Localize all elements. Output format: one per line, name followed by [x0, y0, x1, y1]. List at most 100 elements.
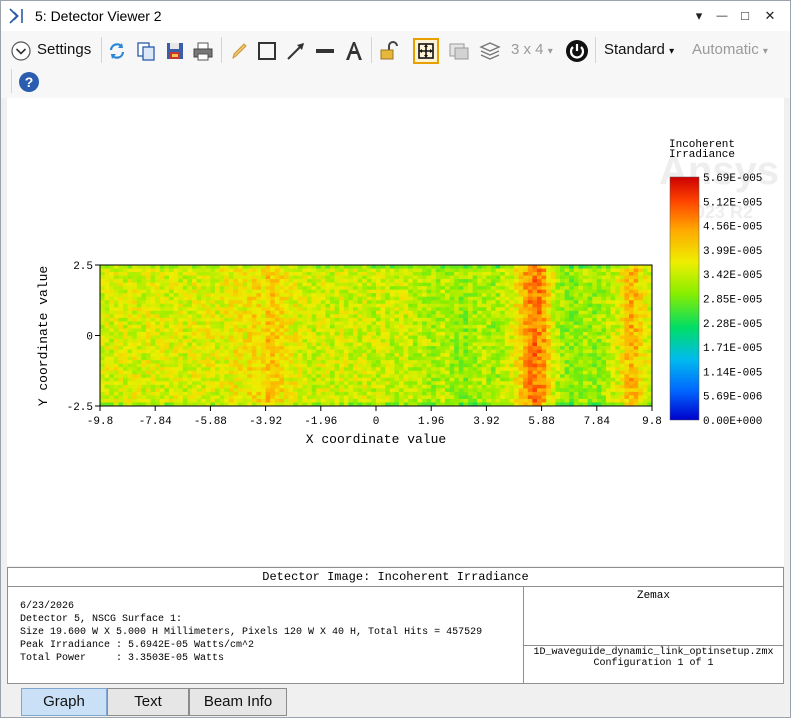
print-button[interactable] [191, 39, 215, 63]
heatmap-cell [136, 275, 142, 280]
heatmap-cell [316, 282, 322, 287]
heatmap-cell [233, 335, 239, 340]
heatmap-cell [330, 275, 335, 280]
heatmap-cell [408, 321, 414, 326]
lock-button[interactable] [377, 39, 401, 63]
heatmap-cell [123, 272, 128, 276]
power-button[interactable] [565, 39, 589, 63]
heatmap-cell [100, 307, 105, 312]
heatmap-cell [118, 286, 124, 290]
save-button[interactable] [163, 39, 187, 63]
heatmap-cell [348, 310, 354, 315]
heatmap-cell [491, 349, 496, 354]
heatmap-cell [408, 272, 414, 276]
minimize-button[interactable]: — [712, 6, 732, 26]
automatic-dropdown[interactable]: Automatic ▾ [692, 41, 768, 58]
heatmap-cell [178, 317, 184, 322]
settings-label[interactable]: Settings [37, 41, 91, 58]
heatmap-cell [164, 279, 170, 283]
rectangle-tool[interactable] [255, 39, 279, 63]
y-axis-ticks: 2.50-2.5 [67, 261, 100, 414]
heatmap-cell [187, 272, 193, 276]
heatmap-cell [362, 268, 368, 273]
heatmap-cell [330, 374, 335, 379]
heatmap-cell [504, 279, 510, 283]
x-axis-ticks: -9.8 -7.84 -5.88 -3.92 -1.96 0 1.96 3.92 5.88 7.8… [87, 406, 662, 428]
heatmap-cell [219, 282, 225, 287]
arrow-tool[interactable] [284, 39, 308, 63]
heatmap-cell [440, 268, 446, 273]
heatmap-cell [146, 286, 151, 290]
zoom-fit-button[interactable] [413, 38, 439, 64]
heatmap-cell [205, 328, 211, 333]
heatmap-cell [123, 363, 128, 368]
heatmap-cell [141, 310, 147, 315]
help-button[interactable]: ? [17, 70, 41, 94]
heatmap-cell [481, 335, 487, 340]
heatmap-cell [109, 353, 115, 357]
heatmap-cell [500, 272, 506, 276]
heatmap-cell [440, 321, 446, 326]
heatmap-cell [454, 272, 460, 276]
maximize-button[interactable]: □ [735, 6, 755, 26]
heatmap-cell [619, 265, 625, 269]
heatmap-cell [104, 339, 110, 343]
heatmap-cell [624, 395, 630, 400]
heatmap-cell [385, 324, 391, 329]
heatmap-cell [615, 346, 621, 350]
heatmap-cell [380, 321, 386, 326]
heatmap-cell [601, 268, 607, 273]
refresh-button[interactable] [105, 39, 129, 63]
tab-beam-info[interactable]: Beam Info [189, 688, 287, 716]
heatmap-cell [495, 272, 501, 276]
heatmap-cell [481, 331, 487, 336]
heatmap-cell [596, 286, 602, 290]
heatmap-cell [596, 317, 602, 322]
tab-text[interactable]: Text [107, 688, 189, 716]
heatmap-cell [403, 268, 409, 273]
heatmap-cell [445, 265, 450, 269]
heatmap-cell [113, 293, 119, 298]
heatmap-cell [150, 331, 156, 336]
layers-button[interactable] [478, 39, 502, 63]
heatmap-cell [583, 360, 588, 364]
heatmap-cell [518, 289, 524, 294]
heatmap-cell [624, 346, 630, 350]
heatmap-cell [215, 349, 220, 354]
tab-graph[interactable]: Graph [21, 688, 107, 716]
heatmap-cell [178, 353, 184, 357]
heatmap-cell [104, 367, 110, 372]
heatmap-cell [532, 370, 538, 375]
heatmap-cell [256, 265, 262, 269]
heatmap-cell [408, 367, 414, 372]
heatmap-cell [573, 282, 579, 287]
standard-dropdown[interactable]: Standard ▾ [604, 41, 674, 58]
heatmap-cell [481, 356, 487, 361]
heatmap-cell [468, 377, 473, 382]
settings-toggle[interactable] [9, 39, 33, 63]
pin-dropdown-button[interactable]: ▾ [689, 6, 709, 26]
text-tool[interactable] [342, 39, 366, 63]
pencil-tool[interactable] [227, 39, 251, 63]
heatmap-cell [615, 360, 621, 364]
layout-dropdown[interactable]: 3 x 4 ▾ [511, 41, 553, 58]
heatmap-cell [224, 349, 230, 354]
heatmap-cell [141, 282, 147, 287]
close-button[interactable]: ✕ [760, 6, 780, 26]
heatmap-cell [422, 293, 427, 298]
heatmap-cell [307, 300, 312, 305]
window-button[interactable] [447, 39, 471, 63]
heatmap-cell [242, 314, 248, 319]
heatmap-cell [311, 293, 317, 298]
heatmap-cell [132, 398, 138, 403]
copy-button[interactable] [134, 39, 158, 63]
line-tool[interactable] [313, 39, 337, 63]
heatmap-cell [182, 377, 188, 382]
heatmap-cell [468, 324, 473, 329]
heatmap-cell [495, 265, 501, 269]
heatmap-cell [606, 384, 611, 389]
heatmap-cell [412, 321, 418, 326]
heatmap-cell [426, 395, 432, 400]
heatmap-cell [113, 289, 119, 294]
heatmap-cell [339, 374, 345, 379]
